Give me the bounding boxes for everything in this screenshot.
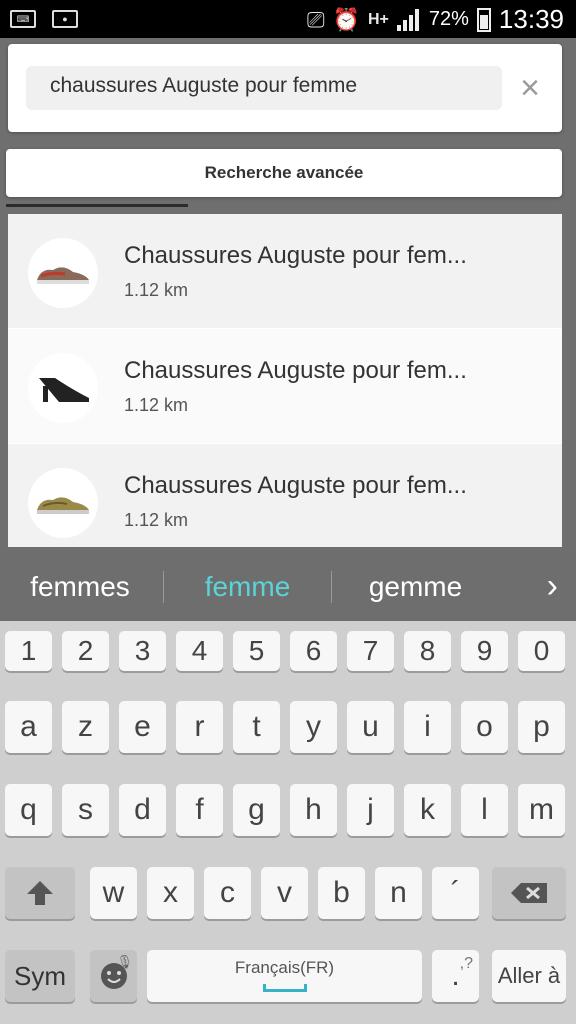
key-i[interactable]: i	[404, 701, 451, 753]
suggestion-distance: 1.12 km	[124, 510, 189, 530]
go-key[interactable]: Aller à	[492, 950, 566, 1002]
key-4[interactable]: 4	[176, 631, 223, 671]
suggestion-item[interactable]: Chaussures Auguste pour fem... 1.12 km	[8, 214, 562, 329]
suggestion-title: Chaussures Auguste pour fem...	[124, 242, 467, 269]
punct-hint: ,?	[459, 955, 473, 972]
prediction-gemme[interactable]: gemme	[333, 553, 498, 621]
key-s[interactable]: s	[62, 784, 109, 836]
alarm-icon: ⏰	[332, 6, 360, 32]
key-b[interactable]: b	[318, 867, 365, 919]
key-a[interactable]: a	[5, 701, 52, 753]
mic-icon: 🎙	[116, 954, 133, 969]
key-m[interactable]: m	[518, 784, 565, 836]
suggestion-distance: 1.12 km	[124, 280, 189, 300]
battery-percent: 72%	[428, 8, 469, 30]
shoe-icon	[37, 497, 89, 514]
key-g[interactable]: g	[233, 784, 280, 836]
suggestion-distance: 1.12 km	[124, 395, 189, 415]
mule-thumbnail	[28, 353, 98, 423]
key-j[interactable]: j	[347, 784, 394, 836]
key-9[interactable]: 9	[461, 631, 508, 671]
cast-icon: ⎚	[306, 6, 325, 32]
period-label: .	[451, 959, 460, 992]
status-bar: ⌨ ● ⎚ ⏰ H+ 72% 13:39	[0, 0, 576, 38]
suggestion-title: Chaussures Auguste pour fem...	[124, 357, 467, 384]
sneaker-thumbnail	[28, 238, 98, 308]
key-v[interactable]: v	[261, 867, 308, 919]
shift-icon	[27, 881, 53, 905]
prediction-femmes[interactable]: femmes	[0, 553, 160, 621]
more-predictions-icon[interactable]: ›	[547, 553, 558, 619]
prediction-femme[interactable]: femme	[165, 553, 330, 621]
key-0[interactable]: 0	[518, 631, 565, 671]
key-y[interactable]: y	[290, 701, 337, 753]
keyboard-icon: ⌨	[10, 10, 36, 28]
key-acute[interactable]: ´	[432, 867, 479, 919]
suggestion-item[interactable]: Chaussures Auguste pour fem... 1.12 km	[8, 444, 562, 547]
battery-icon	[476, 7, 491, 32]
key-x[interactable]: x	[147, 867, 194, 919]
sneaker-thumbnail	[28, 468, 98, 538]
key-c[interactable]: c	[204, 867, 251, 919]
key-1[interactable]: 1	[5, 631, 52, 671]
backspace-icon	[511, 883, 547, 903]
search-card: ×	[8, 44, 562, 132]
key-r[interactable]: r	[176, 701, 223, 753]
screen-record-icon: ●	[52, 10, 78, 28]
key-5[interactable]: 5	[233, 631, 280, 671]
suggestion-list: Chaussures Auguste pour fem... 1.12 km C…	[8, 214, 562, 547]
keyboard: femmes femme gemme › 1 2 3 4 5 6 7 8 9 0…	[0, 553, 576, 1024]
key-f[interactable]: f	[176, 784, 223, 836]
key-k[interactable]: k	[404, 784, 451, 836]
key-h[interactable]: h	[290, 784, 337, 836]
key-u[interactable]: u	[347, 701, 394, 753]
key-2[interactable]: 2	[62, 631, 109, 671]
advanced-search-button[interactable]: Recherche avancée	[6, 149, 562, 197]
key-7[interactable]: 7	[347, 631, 394, 671]
key-n[interactable]: n	[375, 867, 422, 919]
key-q[interactable]: q	[5, 784, 52, 836]
signal-icon	[396, 8, 421, 31]
clear-search-button[interactable]: ×	[512, 70, 548, 106]
sym-key[interactable]: Sym	[5, 950, 75, 1002]
key-d[interactable]: d	[119, 784, 166, 836]
key-z[interactable]: z	[62, 701, 109, 753]
hplus-data-icon: H+	[367, 10, 389, 28]
search-box[interactable]	[26, 66, 502, 110]
shift-key[interactable]	[5, 867, 75, 919]
key-o[interactable]: o	[461, 701, 508, 753]
clock: 13:39	[498, 4, 564, 34]
key-6[interactable]: 6	[290, 631, 337, 671]
emoji-mic-key[interactable]: 🎙	[90, 950, 137, 1002]
suggestion-item[interactable]: Chaussures Auguste pour fem... 1.12 km	[8, 329, 562, 444]
shoe-icon	[39, 378, 89, 402]
key-8[interactable]: 8	[404, 631, 451, 671]
key-t[interactable]: t	[233, 701, 280, 753]
prediction-bar: femmes femme gemme ›	[0, 553, 576, 621]
shoe-icon	[37, 267, 89, 284]
space-language-label: Français(FR)	[234, 958, 335, 977]
search-input[interactable]	[50, 74, 490, 98]
space-bar-icon	[262, 984, 307, 992]
key-3[interactable]: 3	[119, 631, 166, 671]
key-e[interactable]: e	[119, 701, 166, 753]
space-key[interactable]: Français(FR)	[147, 950, 422, 1002]
key-w[interactable]: w	[90, 867, 137, 919]
key-p[interactable]: p	[518, 701, 565, 753]
period-key[interactable]: ,? .	[432, 950, 479, 1002]
suggestion-title: Chaussures Auguste pour fem...	[124, 472, 467, 499]
key-l[interactable]: l	[461, 784, 508, 836]
tab-indicator	[6, 204, 188, 207]
backspace-key[interactable]	[492, 867, 566, 919]
